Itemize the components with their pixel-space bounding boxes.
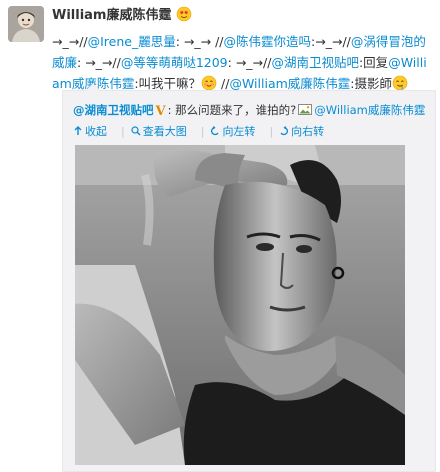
author-name[interactable]: William廉威陈伟霆	[52, 8, 171, 23]
rotate-right-button[interactable]: 向右转	[279, 123, 324, 141]
repost-author-link[interactable]: @湖南卫视贴吧	[73, 103, 154, 117]
heart-eyes-emoji-icon	[176, 6, 192, 22]
verified-badge-icon: V	[155, 104, 166, 119]
mention-link[interactable]: @Irene_麗思量	[88, 34, 176, 49]
toolbar-divider: |	[200, 125, 205, 138]
rotate-left-icon	[211, 126, 219, 136]
text-segment: : →_→ //	[175, 34, 224, 49]
drool-emoji-icon	[392, 75, 408, 91]
repost-mention-link[interactable]: @William威廉陈伟霆	[314, 103, 425, 117]
view-large-button[interactable]: 查看大图	[131, 123, 187, 141]
repost-pointer	[85, 83, 101, 91]
mention-link[interactable]: @等等萌萌哒1209	[121, 55, 228, 70]
text-segment: :叫我干嘛？	[134, 76, 202, 91]
text-segment: //	[217, 76, 230, 91]
text-segment: →_→//	[52, 34, 88, 49]
collapse-label: 收起	[85, 125, 107, 138]
repost-box: @湖南卫视贴吧 V: 那么问题来了，谁拍的? @William威廉陈伟霆 收起 | 查看…	[62, 83, 436, 472]
shy-smile-emoji-icon	[201, 75, 217, 91]
text-segment: :回复	[358, 55, 389, 70]
mention-link[interactable]: @陈伟霆你造吗	[224, 34, 312, 49]
post: William廉威陈伟霆 →_→//@Irene_麗思量: →_→ //@陈伟霆…	[52, 6, 434, 94]
repost-text: : 那么问题来了，谁拍的?	[167, 103, 297, 117]
repost-header: @湖南卫视贴吧 V: 那么问题来了，谁拍的? @William威廉陈伟霆	[73, 101, 433, 121]
text-segment: : →_→//	[227, 55, 272, 70]
text-segment: :→_→//	[311, 34, 351, 49]
image-icon	[298, 104, 313, 115]
mention-link[interactable]: @湖南卫视贴吧	[271, 55, 359, 70]
view-large-label: 查看大图	[142, 125, 187, 138]
collapse-button[interactable]: 收起	[73, 123, 107, 141]
rotate-left-button[interactable]: 向左转	[210, 123, 255, 141]
zoom-icon	[131, 126, 141, 136]
collapse-arrow-icon	[74, 126, 82, 135]
image-toolbar: 收起 | 查看大图 | 向左转 | 向右转	[73, 123, 338, 141]
mention-link[interactable]: @William威廉陈伟霆	[229, 76, 350, 91]
post-text: →_→//@Irene_麗思量: →_→ //@陈伟霆你造吗:→_→//@涡得冒…	[52, 31, 434, 94]
avatar[interactable]	[8, 6, 44, 42]
toolbar-divider: |	[269, 125, 274, 138]
text-segment: : →_→//	[77, 55, 121, 70]
text-segment: :摄影師	[350, 76, 393, 91]
rotate-right-label: 向右转	[291, 125, 325, 138]
toolbar-divider: |	[121, 125, 125, 138]
author-line: William廉威陈伟霆	[52, 6, 434, 24]
rotate-right-icon	[280, 126, 289, 136]
reposted-photo[interactable]	[75, 145, 405, 465]
rotate-left-label: 向左转	[222, 125, 256, 138]
